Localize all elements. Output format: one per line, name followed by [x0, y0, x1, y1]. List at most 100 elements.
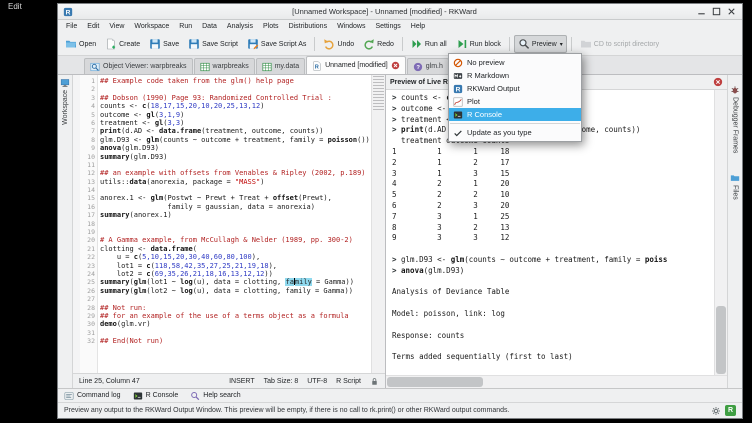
menu-analysis[interactable]: Analysis [222, 22, 258, 31]
tab-label: Object Viewer: warpbreaks [103, 63, 187, 70]
insert-mode[interactable]: INSERT [229, 378, 255, 385]
toolview-button-help-search[interactable]: Help search [190, 391, 240, 401]
code-line: Analysis of Deviance Table [392, 287, 714, 298]
menu-edit[interactable]: Edit [82, 22, 104, 31]
menu-file[interactable]: File [61, 22, 82, 31]
menu-bar: FileEditViewWorkspaceRunDataAnalysisPlot… [58, 20, 742, 33]
file-type[interactable]: R Script [336, 378, 361, 385]
menu-distributions[interactable]: Distributions [284, 22, 333, 31]
menu-run[interactable]: Run [174, 22, 197, 31]
preview-vertical-scrollbar[interactable] [714, 90, 727, 375]
preview-close-icon[interactable] [713, 77, 723, 87]
tab-unnamed-modified[interactable]: RUnnamed [modified] [306, 56, 406, 74]
code-line [392, 298, 714, 309]
toolview-button-command-log[interactable]: Command log [64, 391, 121, 401]
toolbar-preview[interactable]: Preview▾ [514, 35, 567, 53]
desktop-background: Edit R [Unnamed Workspace] - Unnamed [mo… [0, 0, 752, 423]
code-line: outcome <- gl(3,1,9) [100, 111, 371, 119]
code-line [100, 295, 371, 303]
toolbar-label: Open [79, 41, 96, 48]
line-number: 6 [80, 119, 95, 127]
code-editor[interactable]: ## Example code taken from the glm() hel… [98, 75, 371, 373]
line-number: 24 [80, 270, 95, 278]
line-number: 29 [80, 312, 95, 320]
menu-item-plot[interactable]: Plot [449, 95, 581, 108]
menu-item-r-console[interactable]: R Console [449, 108, 581, 121]
line-number: 23 [80, 262, 95, 270]
menu-item-r-markdown[interactable]: R Markdown [449, 69, 581, 82]
toolbar-undo[interactable]: Undo [319, 35, 358, 53]
tab-warpbreaks[interactable]: warpbreaks [194, 58, 255, 74]
code-line: glm.D93 <- glm(counts ~ outcome + treatm… [100, 136, 371, 144]
code-line: > glm.D93 <- glm(counts ~ outcome + trea… [392, 255, 714, 266]
menu-view[interactable]: View [104, 22, 129, 31]
menu-workspace[interactable]: Workspace [129, 22, 174, 31]
toolbar-save-script[interactable]: Save Script [184, 35, 242, 53]
maximize-button[interactable] [711, 6, 722, 17]
toolbar-create[interactable]: Create [101, 35, 144, 53]
cursor-position[interactable]: Line 25, Column 47 [79, 378, 140, 385]
scrollbar-thumb[interactable] [716, 306, 726, 374]
editor-minimap [373, 76, 384, 110]
menu-item-update-as-you-type[interactable]: Update as you type [449, 126, 581, 139]
menu-windows[interactable]: Windows [332, 22, 370, 31]
menu-item-rkward-output[interactable]: RRKWard Output [449, 82, 581, 95]
toolbar-save[interactable]: Save [145, 35, 183, 53]
right-toolview-strip: Debugger Frames Files [727, 75, 742, 388]
tab-object-viewer-warpbreaks[interactable]: Object Viewer: warpbreaks [84, 58, 193, 74]
line-number: 25 [80, 278, 95, 286]
toolbar-run-all[interactable]: Run all [407, 35, 451, 53]
code-line: summary(glm(lot2 ~ log(u), data = clotti… [100, 287, 371, 295]
rkward-app-icon[interactable]: R [63, 7, 73, 17]
line-number: 30 [80, 320, 95, 328]
menu-data[interactable]: Data [197, 22, 222, 31]
toolbar-separator [402, 37, 403, 51]
run-all-icon [411, 38, 423, 50]
scrollbar-thumb[interactable] [387, 377, 483, 387]
toolview-debugger-frames[interactable]: Debugger Frames [730, 85, 740, 153]
tab-glm-h[interactable]: ?glm.h [407, 58, 449, 74]
toolbar-run-block[interactable]: Run block [452, 35, 505, 53]
menu-plots[interactable]: Plots [258, 22, 284, 31]
lock-icon[interactable] [370, 377, 379, 386]
line-number: 14 [80, 186, 95, 194]
line-number: 13 [80, 178, 95, 186]
command-log-icon [64, 391, 74, 401]
code-line: 2 1 2 17 [392, 158, 714, 169]
encoding[interactable]: UTF-8 [307, 378, 327, 385]
menu-settings[interactable]: Settings [370, 22, 405, 31]
toolbar-cd-to-script-directory[interactable]: CD to script directory [576, 35, 663, 53]
toolbar-label: Save Script [202, 41, 238, 48]
line-number: 20 [80, 236, 95, 244]
toolbar-redo[interactable]: Redo [359, 35, 398, 53]
toolview-files[interactable]: Files [730, 173, 740, 200]
tab-size[interactable]: Tab Size: 8 [264, 378, 299, 385]
editor-scrollbar[interactable] [371, 75, 385, 373]
toolbar-separator [314, 37, 315, 51]
toolbar-open[interactable]: Open [61, 35, 100, 53]
toolview-button-r-console[interactable]: R Console [133, 391, 179, 401]
spreadsheet-icon [200, 62, 210, 72]
menu-item-label: Update as you type [467, 128, 532, 137]
close-button[interactable] [726, 6, 737, 17]
minimize-button[interactable] [696, 6, 707, 17]
line-number: 5 [80, 111, 95, 119]
preview-horizontal-scrollbar[interactable] [386, 375, 727, 388]
menu-help[interactable]: Help [406, 22, 430, 31]
markdown-icon [453, 71, 463, 81]
code-line: summary(glm.D93) [100, 153, 371, 161]
run-block-icon [456, 38, 468, 50]
save-as-icon [247, 38, 259, 50]
line-number: 10 [80, 153, 95, 161]
menu-item-no-preview[interactable]: No preview [449, 56, 581, 69]
toolview-workspace[interactable]: Workspace [60, 78, 70, 125]
gear-icon[interactable] [711, 406, 721, 416]
menu-item-label: No preview [467, 58, 505, 67]
code-line [100, 85, 371, 93]
code-line: ## Example code taken from the glm() hel… [100, 77, 371, 85]
title-bar[interactable]: R [Unnamed Workspace] - Unnamed [modifie… [58, 4, 742, 20]
toolbar-save-script-as[interactable]: Save Script As [243, 35, 311, 53]
tab-my-data[interactable]: my.data [256, 58, 305, 74]
tab-close-icon[interactable] [391, 61, 400, 70]
files-icon [730, 173, 740, 183]
